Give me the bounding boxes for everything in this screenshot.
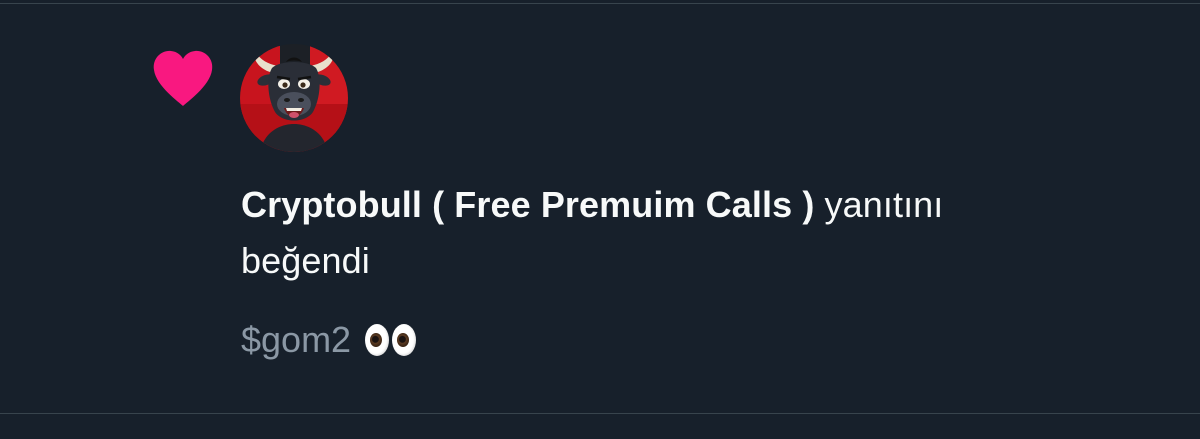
user-name-link[interactable]: Cryptobull ( Free Premuim Calls ) (241, 184, 814, 225)
liked-tweet-preview[interactable]: $gom2 (241, 316, 417, 364)
notification-text: Cryptobull ( Free Premuim Calls ) yanıtı… (241, 177, 1141, 289)
action-text-continued: beğendi (241, 240, 370, 281)
bottom-divider (0, 413, 1200, 414)
action-text: yanıtını (814, 184, 944, 225)
eye-right-icon (392, 324, 417, 356)
eye-left-icon (365, 324, 390, 356)
avatar[interactable] (240, 44, 348, 152)
bull-avatar-icon (240, 44, 348, 152)
eyes-emoji (365, 324, 417, 356)
like-notification[interactable]: Cryptobull ( Free Premuim Calls ) yanıtı… (0, 4, 1200, 413)
liked-tweet-text: $gom2 (241, 319, 352, 360)
heart-icon (153, 50, 213, 106)
